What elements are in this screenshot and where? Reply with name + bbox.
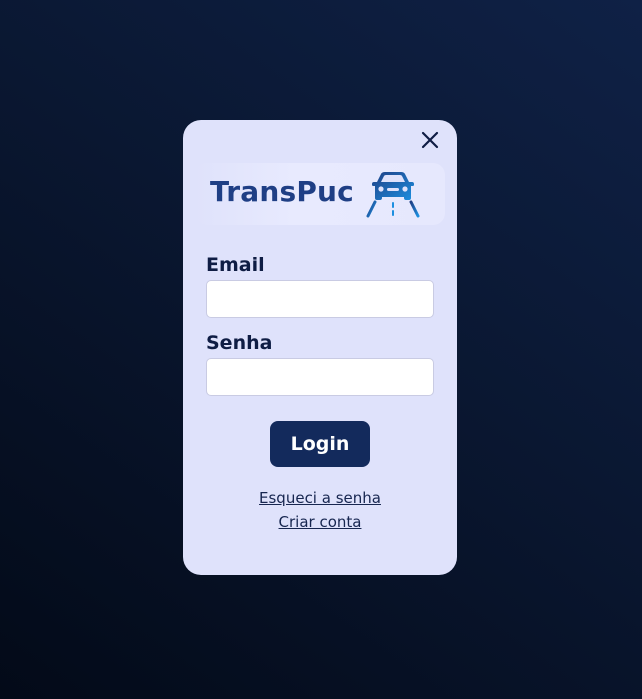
car-road-icon: [366, 172, 420, 218]
close-button[interactable]: [420, 130, 440, 150]
email-field[interactable]: [206, 280, 434, 318]
create-account-link[interactable]: Criar conta: [183, 513, 457, 531]
login-modal: TransPuc Email Senha Login Esqueci a sen…: [183, 120, 457, 575]
close-icon: [421, 131, 439, 149]
email-label: Email: [206, 254, 265, 276]
password-field[interactable]: [206, 358, 434, 396]
forgot-password-link[interactable]: Esqueci a senha: [183, 489, 457, 507]
brand-logo: TransPuc: [195, 163, 445, 225]
password-label: Senha: [206, 332, 273, 354]
login-button[interactable]: Login: [270, 421, 370, 467]
logo-text: TransPuc: [210, 175, 354, 208]
